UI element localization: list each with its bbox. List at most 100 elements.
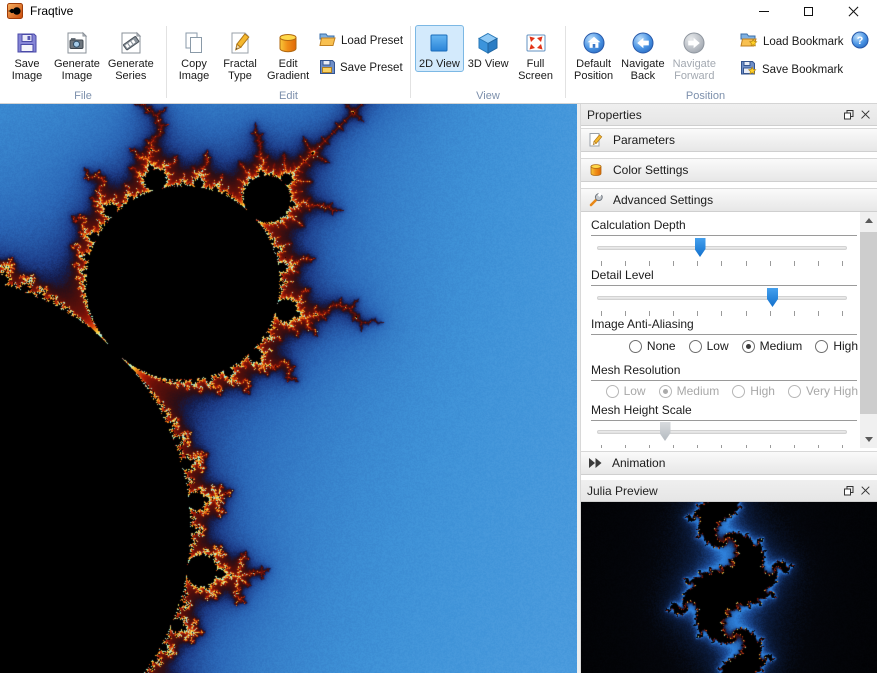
save-preset-icon <box>319 59 335 77</box>
detail-level-label: Detail Level <box>591 268 857 286</box>
radio-label: High <box>750 384 775 398</box>
slider-groove <box>597 430 847 434</box>
toolbar-ribbon: Save Image Generate Image Generate Serie… <box>0 22 877 104</box>
window-title: Fraqtive <box>30 4 73 18</box>
button-label: Default Position <box>574 58 613 82</box>
navigate-forward-icon <box>681 28 707 58</box>
generate-image-button[interactable]: Generate Image <box>50 25 104 84</box>
properties-scrollbar[interactable] <box>860 212 877 448</box>
button-label: 2D View <box>419 58 460 70</box>
button-label: Navigate Forward <box>673 58 716 82</box>
dock-panel: Properties Parameters Color Settings Adv… <box>580 104 877 673</box>
slider-handle <box>660 422 671 441</box>
julia-float-button[interactable] <box>840 483 857 499</box>
button-label: Save Preset <box>340 62 403 74</box>
button-label: Navigate Back <box>621 58 664 82</box>
slider-groove[interactable] <box>597 246 847 250</box>
properties-close-button[interactable] <box>857 107 874 123</box>
close-button[interactable] <box>831 0 876 22</box>
view-2d-button[interactable]: 2D View <box>415 25 464 72</box>
calculation-depth-label: Calculation Depth <box>591 218 857 236</box>
radio-label: None <box>647 339 676 353</box>
advanced-settings-content: Calculation Depth Detail Level Image Ant… <box>581 212 861 448</box>
section-color-settings[interactable]: Color Settings <box>581 158 877 182</box>
edit-gradient-button[interactable]: Edit Gradient <box>263 25 313 84</box>
ribbon-group-label: File <box>0 90 166 102</box>
save-image-button[interactable]: Save Image <box>4 25 50 84</box>
section-advanced-settings[interactable]: Advanced Settings <box>581 188 877 212</box>
julia-close-button[interactable] <box>857 483 874 499</box>
radio-label: Low <box>707 339 729 353</box>
animation-icon <box>588 456 603 470</box>
button-label: Copy Image <box>179 58 210 82</box>
ribbon-group-position: Default Position Navigate Back Navigate … <box>566 22 845 103</box>
load-bookmark-icon <box>740 32 758 51</box>
section-parameters[interactable]: Parameters <box>581 128 877 152</box>
properties-float-button[interactable] <box>840 107 857 123</box>
slider-ticks <box>601 445 843 448</box>
view-3d-button[interactable]: 3D View <box>464 25 513 72</box>
load-bookmark-button[interactable]: Load Bookmark <box>740 32 844 51</box>
close-icon <box>861 486 870 495</box>
radio-label: Low <box>624 384 646 398</box>
full-screen-button[interactable]: Full Screen <box>513 25 559 84</box>
section-label: Advanced Settings <box>613 193 713 207</box>
maximize-icon <box>804 7 813 16</box>
svg-text:?: ? <box>857 35 864 47</box>
mesh-resolution-label: Mesh Resolution <box>591 363 857 381</box>
scroll-down-button[interactable] <box>860 431 877 448</box>
default-position-button[interactable]: Default Position <box>570 25 617 84</box>
radio-none[interactable]: None <box>629 339 676 353</box>
mesh-height-scale-slider <box>597 422 847 442</box>
navigate-back-button[interactable]: Navigate Back <box>617 25 668 84</box>
mesh-resolution-radio-group: Low Medium High Very High <box>606 384 858 398</box>
julia-panel-titlebar: Julia Preview <box>581 480 877 502</box>
navigate-back-icon <box>630 28 656 58</box>
radio-low: Low <box>606 384 646 398</box>
copy-image-button[interactable]: Copy Image <box>171 25 217 84</box>
ribbon-group-file: Save Image Generate Image Generate Serie… <box>0 22 166 103</box>
radio-circle <box>788 385 801 398</box>
ribbon-group-edit: Copy Image Fractal Type Edit Gradient <box>167 22 410 103</box>
radio-circle <box>689 340 702 353</box>
button-label: Full Screen <box>518 58 553 82</box>
save-bookmark-button[interactable]: Save Bookmark <box>740 60 844 79</box>
section-animation[interactable]: Animation <box>581 451 877 475</box>
slider-ticks <box>601 261 843 266</box>
radio-circle <box>732 385 745 398</box>
calculation-depth-slider[interactable] <box>597 238 847 258</box>
fraqtive-window: Fraqtive Save Image Generate Image <box>0 0 877 673</box>
ribbon-group-label: Position <box>566 90 845 102</box>
scroll-up-button[interactable] <box>860 212 877 229</box>
help-icon: ? <box>851 31 869 49</box>
generate-series-button[interactable]: Generate Series <box>104 25 158 84</box>
slider-handle[interactable] <box>767 288 778 307</box>
radio-label: High <box>833 339 858 353</box>
close-icon <box>848 6 859 17</box>
scrollbar-thumb[interactable] <box>860 232 877 414</box>
fractal-type-button[interactable]: Fractal Type <box>217 25 263 84</box>
fractal-2d-view[interactable] <box>0 104 577 673</box>
slider-groove[interactable] <box>597 296 847 300</box>
minimize-icon <box>759 11 769 12</box>
save-bookmark-icon <box>740 60 757 79</box>
radio-low[interactable]: Low <box>689 339 729 353</box>
save-preset-button[interactable]: Save Preset <box>319 59 403 77</box>
radio-medium: Medium <box>659 384 720 398</box>
minimize-button[interactable] <box>741 0 786 22</box>
arrow-up-icon <box>865 218 873 223</box>
slider-handle[interactable] <box>695 238 706 257</box>
button-label: Load Bookmark <box>763 36 844 48</box>
load-preset-button[interactable]: Load Preset <box>319 32 403 50</box>
title-bar[interactable]: Fraqtive <box>0 0 877 22</box>
julia-preview-view[interactable] <box>581 502 877 673</box>
maximize-button[interactable] <box>786 0 831 22</box>
image-anti-aliasing-label: Image Anti-Aliasing <box>591 317 857 335</box>
detail-level-slider[interactable] <box>597 288 847 308</box>
ribbon-group-label: Edit <box>167 90 410 102</box>
help-button[interactable]: ? <box>851 31 869 49</box>
radio-high[interactable]: High <box>815 339 858 353</box>
radio-label: Very High <box>806 384 858 398</box>
radio-label: Medium <box>677 384 720 398</box>
radio-medium[interactable]: Medium <box>742 339 803 353</box>
